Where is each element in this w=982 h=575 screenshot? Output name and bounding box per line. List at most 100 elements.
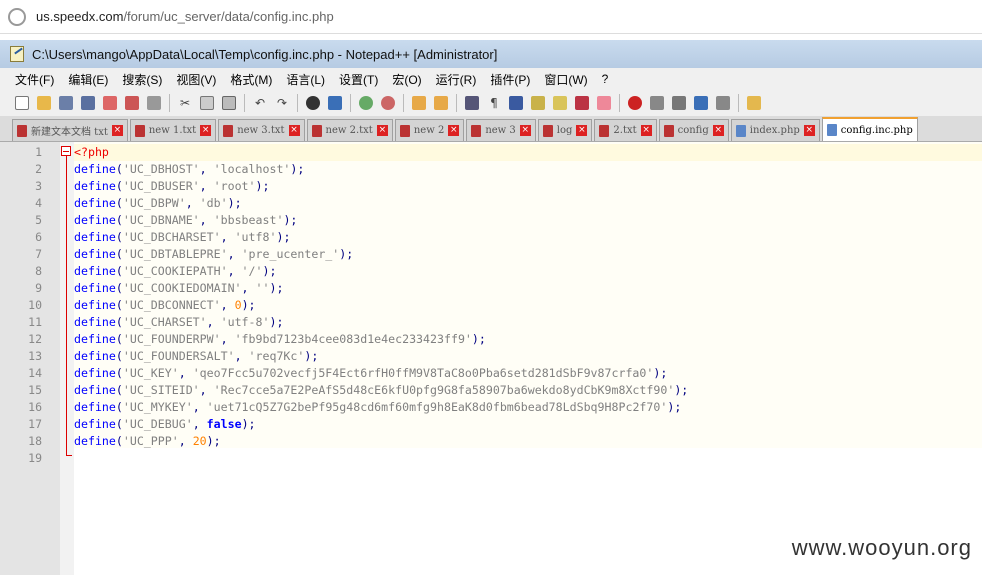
code-line: define('UC_PPP', 20);	[74, 433, 221, 450]
undo-icon[interactable]: ↶	[250, 93, 270, 113]
punctuation: (	[115, 247, 123, 261]
tab-label: new 2.txt	[325, 125, 373, 136]
define-keyword: define	[74, 400, 116, 414]
punctuation: (	[115, 417, 123, 431]
line-number: 4	[35, 196, 42, 210]
tab[interactable]: log ×	[537, 119, 593, 141]
close-icon[interactable]	[100, 93, 120, 113]
menu-item[interactable]: 窗口(W)	[537, 69, 594, 90]
folder-workspace-icon[interactable]	[594, 93, 614, 113]
lang-icon[interactable]	[528, 93, 548, 113]
menu-item[interactable]: 格式(M)	[223, 69, 279, 90]
tab[interactable]: new 3 ×	[466, 119, 536, 141]
zoom-in-icon[interactable]	[356, 93, 376, 113]
sync-vertical-icon[interactable]	[409, 93, 429, 113]
define-key: 'UC_COOKIEPATH'	[122, 264, 228, 278]
tab-close-icon[interactable]: ×	[448, 125, 460, 136]
replace-icon[interactable]	[325, 93, 345, 113]
tab[interactable]: 新建文本文档 txt ×	[12, 119, 128, 141]
tab-close-icon[interactable]: ×	[640, 125, 652, 136]
menu-item[interactable]: 插件(P)	[483, 69, 537, 90]
find-icon[interactable]	[303, 93, 323, 113]
line-number: 5	[35, 213, 42, 227]
menu-item[interactable]: 搜索(S)	[115, 69, 169, 90]
save-icon[interactable]	[56, 93, 76, 113]
fold-margin[interactable]	[60, 142, 74, 575]
tab-close-icon[interactable]: ×	[576, 125, 588, 136]
line-number: 3	[35, 179, 42, 193]
tab-active[interactable]: config.inc.php	[821, 117, 918, 141]
tab-label: new 3.txt	[237, 125, 285, 136]
word-wrap-icon[interactable]	[462, 93, 482, 113]
tab-close-icon[interactable]: ×	[288, 125, 300, 136]
code-editor[interactable]: 1 2 3 4 5 6 7 8 9 10 11 12 13 14 15 16 17 18 19 <?php defin…	[0, 142, 982, 575]
menu-item[interactable]: 设置(T)	[332, 69, 385, 90]
punctuation: );	[653, 366, 668, 380]
punctuation: (	[115, 349, 123, 363]
define-value: 'localhost'	[213, 162, 291, 176]
define-key: 'UC_DEBUG'	[122, 417, 193, 431]
browser-address-bar[interactable]: us.speedx.com/forum/uc_server/data/confi…	[0, 0, 982, 34]
tab[interactable]: new 2.txt ×	[306, 119, 393, 141]
macro-record-icon[interactable]	[625, 93, 645, 113]
tab[interactable]: 2.txt ×	[594, 119, 657, 141]
tab-close-icon[interactable]: ×	[376, 125, 388, 136]
sync-horizontal-icon[interactable]	[431, 93, 451, 113]
define-key: 'UC_MYKEY'	[122, 400, 193, 414]
show-all-chars-icon[interactable]: ¶	[484, 93, 504, 113]
line-number: 16	[28, 400, 42, 414]
tab-label: new 3	[485, 125, 516, 136]
code-line: <?php	[74, 144, 109, 161]
menu-item[interactable]: 视图(V)	[169, 69, 223, 90]
close-all-icon[interactable]	[122, 93, 142, 113]
tab[interactable]: new 1.txt ×	[129, 119, 217, 141]
menu-item[interactable]: 语言(L)	[279, 69, 332, 90]
punctuation: ,	[192, 400, 207, 414]
tab[interactable]: config ×	[658, 119, 729, 141]
define-value: 'req7Kc'	[248, 349, 305, 363]
macro-play-icon[interactable]	[669, 93, 689, 113]
plugin-icon[interactable]	[744, 93, 764, 113]
code-line: define('UC_CHARSET', 'utf-8');	[74, 314, 283, 331]
new-file-icon[interactable]	[12, 93, 32, 113]
tab[interactable]: index.php ×	[730, 119, 820, 141]
copy-icon[interactable]	[197, 93, 217, 113]
cut-icon[interactable]: ✂	[175, 93, 195, 113]
menu-item[interactable]: 宏(O)	[385, 69, 428, 90]
line-number: 1	[35, 145, 42, 159]
menu-item[interactable]: ?	[595, 70, 616, 88]
macro-save-icon[interactable]	[713, 93, 733, 113]
menu-item[interactable]: 编辑(E)	[61, 69, 115, 90]
code-text[interactable]: <?php define('UC_DBHOST', 'localhost'); de…	[74, 142, 982, 575]
open-file-icon[interactable]	[34, 93, 54, 113]
line-number: 19	[28, 451, 42, 465]
punctuation: ,	[178, 366, 193, 380]
tab-close-icon[interactable]: ×	[111, 125, 123, 136]
macro-stop-icon[interactable]	[647, 93, 667, 113]
paste-icon[interactable]	[219, 93, 239, 113]
redo-icon[interactable]: ↷	[272, 93, 292, 113]
tab[interactable]: new 3.txt ×	[218, 119, 305, 141]
tab-close-icon[interactable]: ×	[200, 125, 212, 136]
tab-close-icon[interactable]: ×	[519, 125, 531, 136]
save-all-icon[interactable]	[78, 93, 98, 113]
menu-item[interactable]: 文件(F)	[8, 69, 61, 90]
punctuation: ,	[241, 281, 256, 295]
doc-map-icon[interactable]	[550, 93, 570, 113]
address-url[interactable]: us.speedx.com/forum/uc_server/data/confi…	[36, 9, 334, 24]
print-icon[interactable]	[144, 93, 164, 113]
menu-item[interactable]: 运行(R)	[429, 69, 484, 90]
code-line: define('UC_MYKEY', 'uet71cQ5Z7G2bePf95g4…	[74, 399, 681, 416]
indent-guide-icon[interactable]	[506, 93, 526, 113]
tab-close-icon[interactable]: ×	[712, 125, 724, 136]
line-number: 12	[28, 332, 42, 346]
zoom-out-icon[interactable]	[378, 93, 398, 113]
define-key: 'UC_DBNAME'	[122, 213, 200, 227]
document-tab-bar: 新建文本文档 txt × new 1.txt × new 3.txt × new 2.txt…	[0, 116, 982, 142]
fold-collapse-icon[interactable]	[61, 146, 71, 156]
tab-close-icon[interactable]: ×	[803, 125, 815, 136]
tab[interactable]: new 2 ×	[394, 119, 465, 141]
function-list-icon[interactable]	[572, 93, 592, 113]
macro-play-multiple-icon[interactable]	[691, 93, 711, 113]
punctuation: (	[115, 366, 123, 380]
